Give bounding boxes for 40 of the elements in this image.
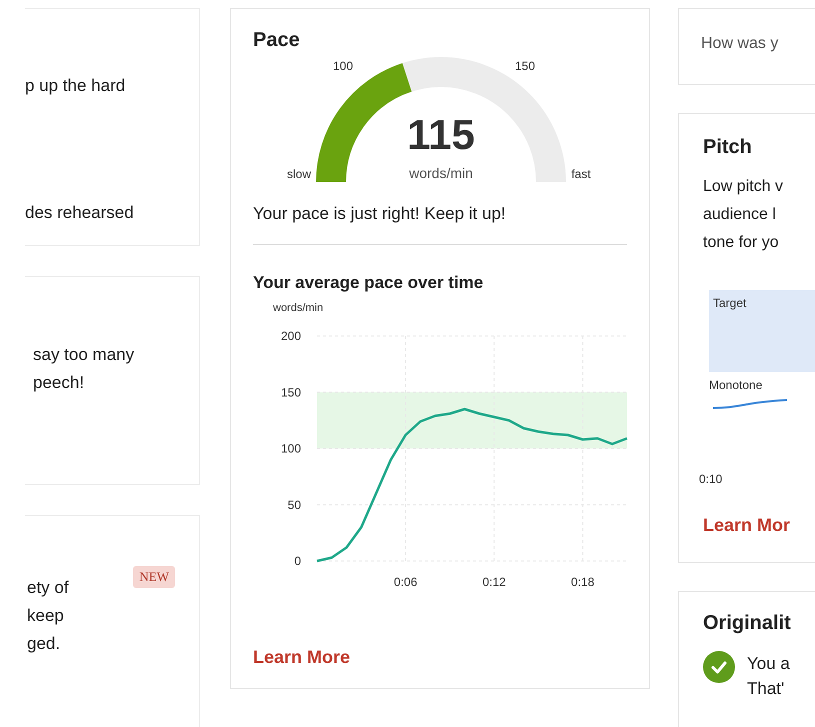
card-text: say too many: [33, 344, 134, 366]
y-tick-label: 50: [288, 498, 301, 512]
pitch-description: tone for yo: [703, 233, 780, 253]
card-text: peech!: [33, 372, 84, 394]
card-text: keep: [26, 605, 64, 627]
gauge-tick-label: 150: [514, 59, 536, 73]
check-circle-icon: [703, 651, 735, 683]
pitch-description: Low pitch v: [703, 177, 784, 197]
y-tick-label: 100: [280, 442, 301, 456]
y-tick-label: 200: [280, 329, 301, 343]
new-badge: NEW: [133, 566, 175, 588]
gauge-value: 115: [407, 111, 475, 158]
gauge-min-label: slow: [287, 167, 311, 181]
card-text: ged.: [26, 633, 60, 655]
pitch-description: audience l: [703, 205, 777, 225]
x-tick-label: 0:06: [394, 575, 418, 589]
y-tick-label: 150: [280, 385, 301, 400]
card-text: p up the hard: [25, 76, 126, 96]
learn-more-link[interactable]: Learn Mor: [703, 515, 815, 536]
originality-text: You a: [747, 653, 790, 675]
card-title: Pitch: [703, 136, 753, 159]
monotone-label: Monotone: [709, 378, 764, 392]
gauge-max-label: fast: [571, 167, 591, 181]
card-title: Originalit: [703, 612, 792, 635]
y-tick-label: 0: [294, 554, 301, 568]
gauge-unit: words/min: [409, 165, 473, 181]
feedback-prompt: How was y: [701, 35, 778, 52]
x-tick-label: 0:18: [571, 575, 594, 589]
originality-text: That': [747, 678, 786, 700]
chart-title: Your average pace over time: [253, 273, 484, 293]
x-tick-label: 0:12: [482, 575, 506, 589]
x-tick-label: 0:10: [699, 472, 724, 486]
gauge-tick-label: 100: [332, 59, 354, 73]
card-text: ety of: [26, 577, 69, 599]
card-text: des rehearsed: [25, 203, 134, 223]
pace-message: Your pace is just right! Keep it up!: [253, 204, 507, 224]
learn-more-link[interactable]: Learn More: [253, 647, 627, 668]
card-title: Pace: [253, 29, 301, 52]
target-label: Target: [713, 296, 746, 310]
y-axis-label: words/min: [273, 302, 324, 314]
